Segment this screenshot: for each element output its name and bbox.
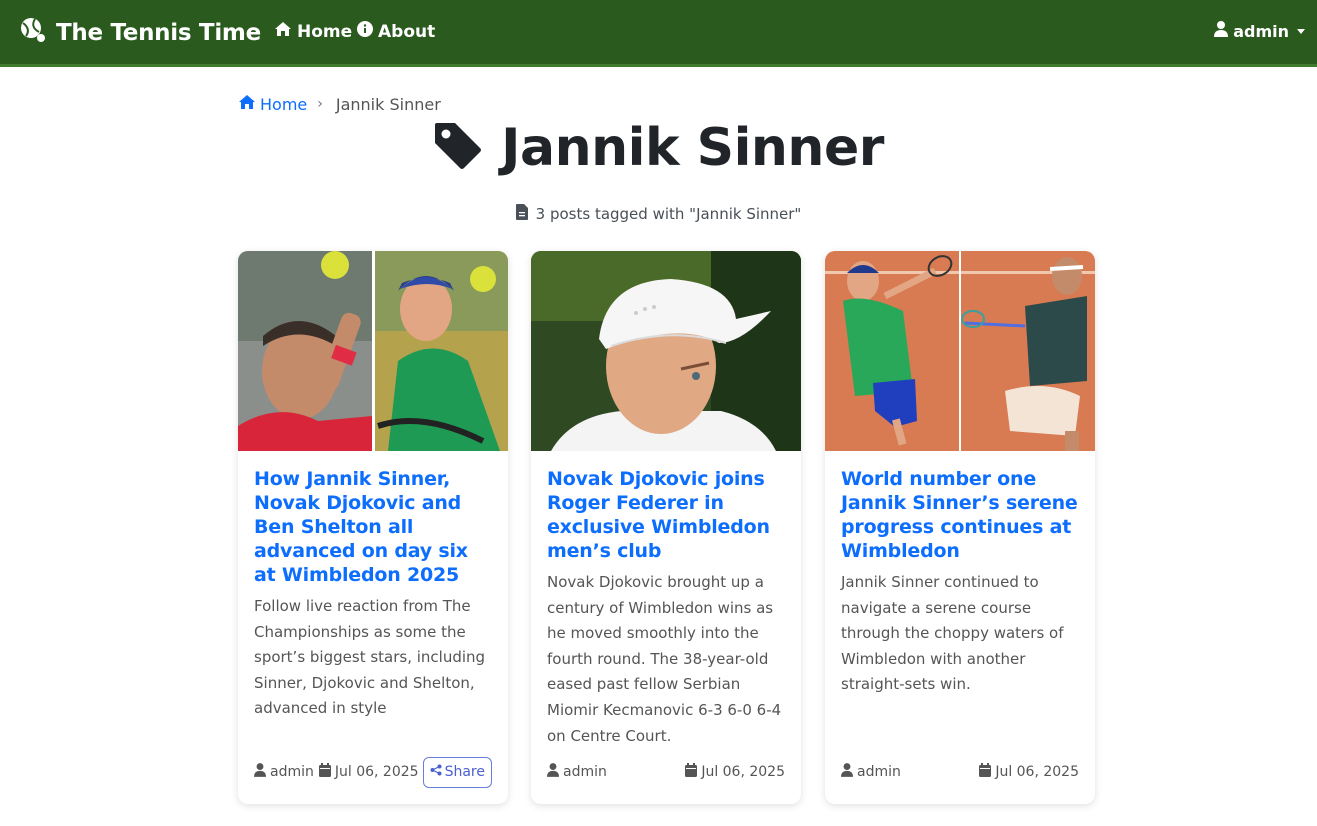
post-author-name: admin xyxy=(270,764,314,780)
home-icon xyxy=(274,21,292,42)
user-icon xyxy=(547,763,559,781)
user-name: admin xyxy=(1233,21,1289,41)
page-header: Jannik Sinner xyxy=(0,118,1317,178)
post-card: How Jannik Sinner, Novak Djokovic and Be… xyxy=(238,251,508,804)
post-image[interactable] xyxy=(825,251,1095,451)
post-footer: admin Jul 06, 2025 Share xyxy=(254,756,492,788)
chevron-down-icon xyxy=(1297,28,1305,34)
post-author-name: admin xyxy=(857,764,901,780)
post-body: How Jannik Sinner, Novak Djokovic and Be… xyxy=(254,467,494,722)
nav-about-label: About xyxy=(378,21,436,42)
post-author-name: admin xyxy=(563,764,607,780)
post-date-group: Jul 06, 2025 xyxy=(979,763,1079,781)
info-circle-icon xyxy=(357,21,373,42)
breadcrumb: Home › Jannik Sinner xyxy=(238,94,441,114)
home-icon xyxy=(238,94,256,114)
breadcrumb-separator: › xyxy=(317,96,323,112)
post-title-link[interactable]: How Jannik Sinner, Novak Djokovic and Be… xyxy=(254,467,494,587)
page-title: Jannik Sinner xyxy=(501,118,884,178)
brand-link[interactable]: The Tennis Time xyxy=(20,17,261,48)
user-icon xyxy=(254,763,266,781)
breadcrumb-home-link[interactable]: Home xyxy=(238,94,307,114)
post-footer: admin Jul 06, 2025 xyxy=(547,756,785,788)
post-author: admin Jul 06, 2025 xyxy=(254,763,419,781)
calendar-icon xyxy=(318,763,331,781)
post-excerpt: Follow live reaction from The Championsh… xyxy=(254,597,486,718)
brand-name: The Tennis Time xyxy=(56,19,261,46)
share-button[interactable]: Share xyxy=(422,756,492,788)
calendar-icon xyxy=(979,763,992,781)
post-excerpt: Novak Djokovic brought up a century of W… xyxy=(547,573,782,745)
post-author: admin xyxy=(841,763,901,781)
calendar-icon xyxy=(685,763,698,781)
post-title-link[interactable]: Novak Djokovic joins Roger Federer in ex… xyxy=(547,467,787,563)
post-date: Jul 06, 2025 xyxy=(995,764,1079,780)
post-body: World number one Jannik Sinner’s serene … xyxy=(841,467,1081,698)
post-count: 3 posts tagged with "Jannik Sinner" xyxy=(0,204,1317,224)
tennis-ball-icon xyxy=(20,17,46,48)
user-dropdown[interactable]: admin xyxy=(1214,21,1305,41)
post-title-link[interactable]: World number one Jannik Sinner’s serene … xyxy=(841,467,1081,563)
post-excerpt: Jannik Sinner continued to navigate a se… xyxy=(841,573,1064,694)
post-date-group: Jul 06, 2025 xyxy=(685,763,785,781)
breadcrumb-current: Jannik Sinner xyxy=(335,94,441,114)
post-card: Novak Djokovic joins Roger Federer in ex… xyxy=(531,251,801,804)
share-icon xyxy=(430,764,442,780)
tag-icon xyxy=(433,121,483,176)
post-image[interactable] xyxy=(531,251,801,451)
post-image[interactable] xyxy=(238,251,508,451)
post-footer: admin Jul 06, 2025 xyxy=(841,756,1079,788)
user-icon xyxy=(1214,21,1229,41)
nav-about-link[interactable]: About xyxy=(357,21,435,42)
share-label: Share xyxy=(444,764,485,780)
user-icon xyxy=(841,763,853,781)
post-date: Jul 06, 2025 xyxy=(334,764,419,780)
breadcrumb-home-label: Home xyxy=(260,94,308,114)
post-card: World number one Jannik Sinner’s serene … xyxy=(825,251,1095,804)
post-count-text: 3 posts tagged with "Jannik Sinner" xyxy=(535,205,802,223)
post-author: admin xyxy=(547,763,607,781)
navbar: The Tennis Time Home About admin xyxy=(0,0,1317,67)
nav-home-link[interactable]: Home xyxy=(274,21,352,42)
post-date: Jul 06, 2025 xyxy=(701,764,785,780)
file-icon xyxy=(515,204,528,224)
nav-home-label: Home xyxy=(297,21,353,42)
post-body: Novak Djokovic joins Roger Federer in ex… xyxy=(547,467,787,749)
